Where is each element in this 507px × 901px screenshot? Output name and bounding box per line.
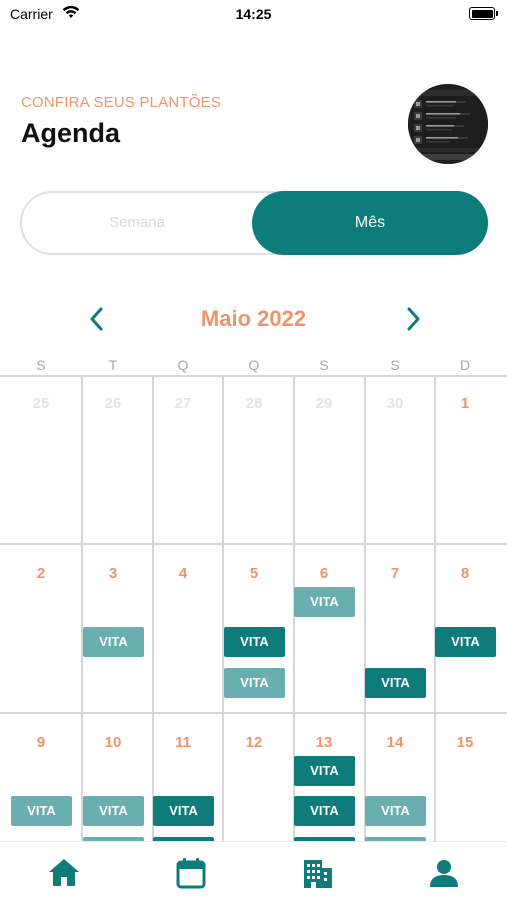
weekday-label: S	[390, 357, 400, 373]
week-option[interactable]: Semana	[22, 193, 252, 253]
shift-event[interactable]: VITA	[294, 587, 355, 617]
column-divider	[222, 375, 224, 845]
day-number[interactable]: 5	[219, 565, 289, 582]
calendar-grid: 25 26 27 28 29 30 1 2 3 4 5 6 7 8 VITA VITA VITA VITA VITA…	[0, 375, 507, 845]
day-number[interactable]: 25	[6, 395, 76, 412]
shift-event[interactable]: VITA	[294, 796, 355, 826]
avatar[interactable]	[408, 84, 488, 164]
calendar-icon	[176, 858, 206, 889]
day-number[interactable]: 27	[148, 395, 218, 412]
day-number[interactable]: 29	[289, 395, 359, 412]
day-number[interactable]: 26	[78, 395, 148, 412]
row-divider	[0, 375, 507, 377]
month-navigation: Maio 2022	[0, 300, 507, 340]
tab-buildings[interactable]	[300, 856, 334, 890]
day-number[interactable]: 7	[360, 565, 430, 582]
battery-icon	[469, 7, 498, 20]
day-number[interactable]: 4	[148, 565, 218, 582]
day-number[interactable]: 9	[6, 734, 76, 751]
day-number[interactable]: 1	[430, 395, 500, 412]
day-number[interactable]: 6	[289, 565, 359, 582]
weekday-label: Q	[248, 357, 260, 373]
tab-calendar[interactable]	[174, 856, 208, 890]
clock-time: 14:25	[235, 6, 272, 22]
day-number[interactable]: 28	[219, 395, 289, 412]
day-number[interactable]: 3	[78, 565, 148, 582]
weekday-label: Q	[177, 357, 189, 373]
day-number[interactable]: 8	[430, 565, 500, 582]
shift-event[interactable]: VITA	[365, 668, 426, 698]
tab-profile[interactable]	[427, 856, 461, 890]
month-option[interactable]: Mês	[252, 191, 488, 255]
shift-event[interactable]: VITA	[224, 627, 285, 657]
shift-event[interactable]: VITA	[365, 796, 426, 826]
day-number[interactable]: 15	[430, 734, 500, 751]
shift-event[interactable]: VITA	[83, 627, 144, 657]
tab-home[interactable]	[47, 856, 81, 890]
day-number[interactable]: 14	[360, 734, 430, 751]
shift-event[interactable]: VITA	[224, 668, 285, 698]
weekday-label: T	[108, 357, 118, 373]
shift-event[interactable]: VITA	[11, 796, 72, 826]
page-subtitle: CONFIRA SEUS PLANTÕES	[21, 94, 222, 111]
profile-icon	[430, 860, 458, 887]
avatar-image	[408, 84, 488, 164]
shift-event[interactable]: VITA	[294, 756, 355, 786]
shift-event[interactable]: VITA	[153, 796, 214, 826]
day-number[interactable]: 2	[6, 565, 76, 582]
row-divider	[0, 712, 507, 714]
row-divider	[0, 543, 507, 545]
status-bar: Carrier 14:25	[0, 0, 507, 30]
weekday-label: D	[459, 357, 471, 373]
day-number[interactable]: 11	[148, 734, 218, 751]
building-icon	[304, 860, 332, 888]
chevron-right-icon[interactable]	[398, 304, 428, 334]
shift-event[interactable]: VITA	[435, 627, 496, 657]
column-divider	[152, 375, 154, 845]
day-number[interactable]: 13	[289, 734, 359, 751]
home-icon	[49, 859, 79, 886]
weekday-label: S	[36, 357, 46, 373]
page-title: Agenda	[21, 118, 121, 148]
weekday-header: STQQSSD	[0, 357, 507, 375]
month-label: Maio 2022	[200, 306, 307, 331]
tab-bar	[0, 841, 507, 901]
weekday-label: S	[319, 357, 329, 373]
day-number[interactable]: 30	[360, 395, 430, 412]
day-number[interactable]: 12	[219, 734, 289, 751]
day-number[interactable]: 10	[78, 734, 148, 751]
column-divider	[434, 375, 436, 845]
view-toggle: Semana Mês	[20, 191, 488, 255]
column-divider	[81, 375, 83, 845]
column-divider	[364, 375, 366, 845]
shift-event[interactable]: VITA	[83, 796, 144, 826]
